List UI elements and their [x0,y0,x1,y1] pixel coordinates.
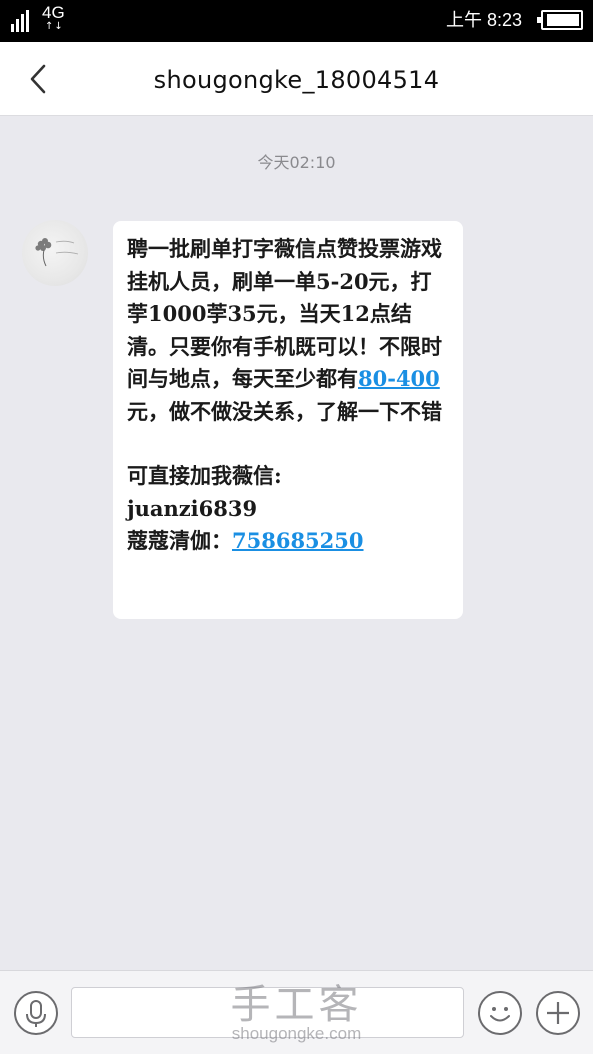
battery-level [547,14,579,26]
battery-icon [537,10,583,30]
message-bubble[interactable]: 聘一批刷单打字薇信点赞投票游戏挂机人员，刷单一单5-20元，打荢1000荢35元… [113,221,463,619]
sender-avatar[interactable] [22,220,88,286]
status-time: 上午 8:23 [446,10,523,30]
qq-line: 蔻蔻清伽：758685250 [127,525,449,558]
message-timestamp: 今天02:10 [257,153,336,172]
status-bar: 4G ↑↓ 上午 8:23 [0,0,593,42]
qq-number-link[interactable]: 758685250 [232,528,364,553]
contact-title: shougongke_18004514 [153,66,440,94]
wechat-id: juanzi6839 [127,495,258,521]
message-body-end: 元，做不做没关系，了解一下不错 [127,398,442,424]
network-type: 4G [42,3,65,22]
signal-icon [11,10,33,32]
contact-intro: 可直接加我薇信: [127,463,282,488]
watermark-brand: 手工客 [230,982,363,1028]
amount-link[interactable]: 80-400 [358,366,440,391]
qq-label: 蔻蔻清伽： [127,528,232,553]
chat-header: shougongke_18004514 [0,42,593,116]
watermark-site: shougongke.com [231,1024,362,1043]
message-text: 聘一批刷单打字薇信点赞投票游戏挂机人员，刷单一单5-20元，打荢1000荢35元… [127,233,449,558]
avatar-flower-icon [35,238,79,267]
data-activity-icon: ↑↓ [45,21,64,32]
